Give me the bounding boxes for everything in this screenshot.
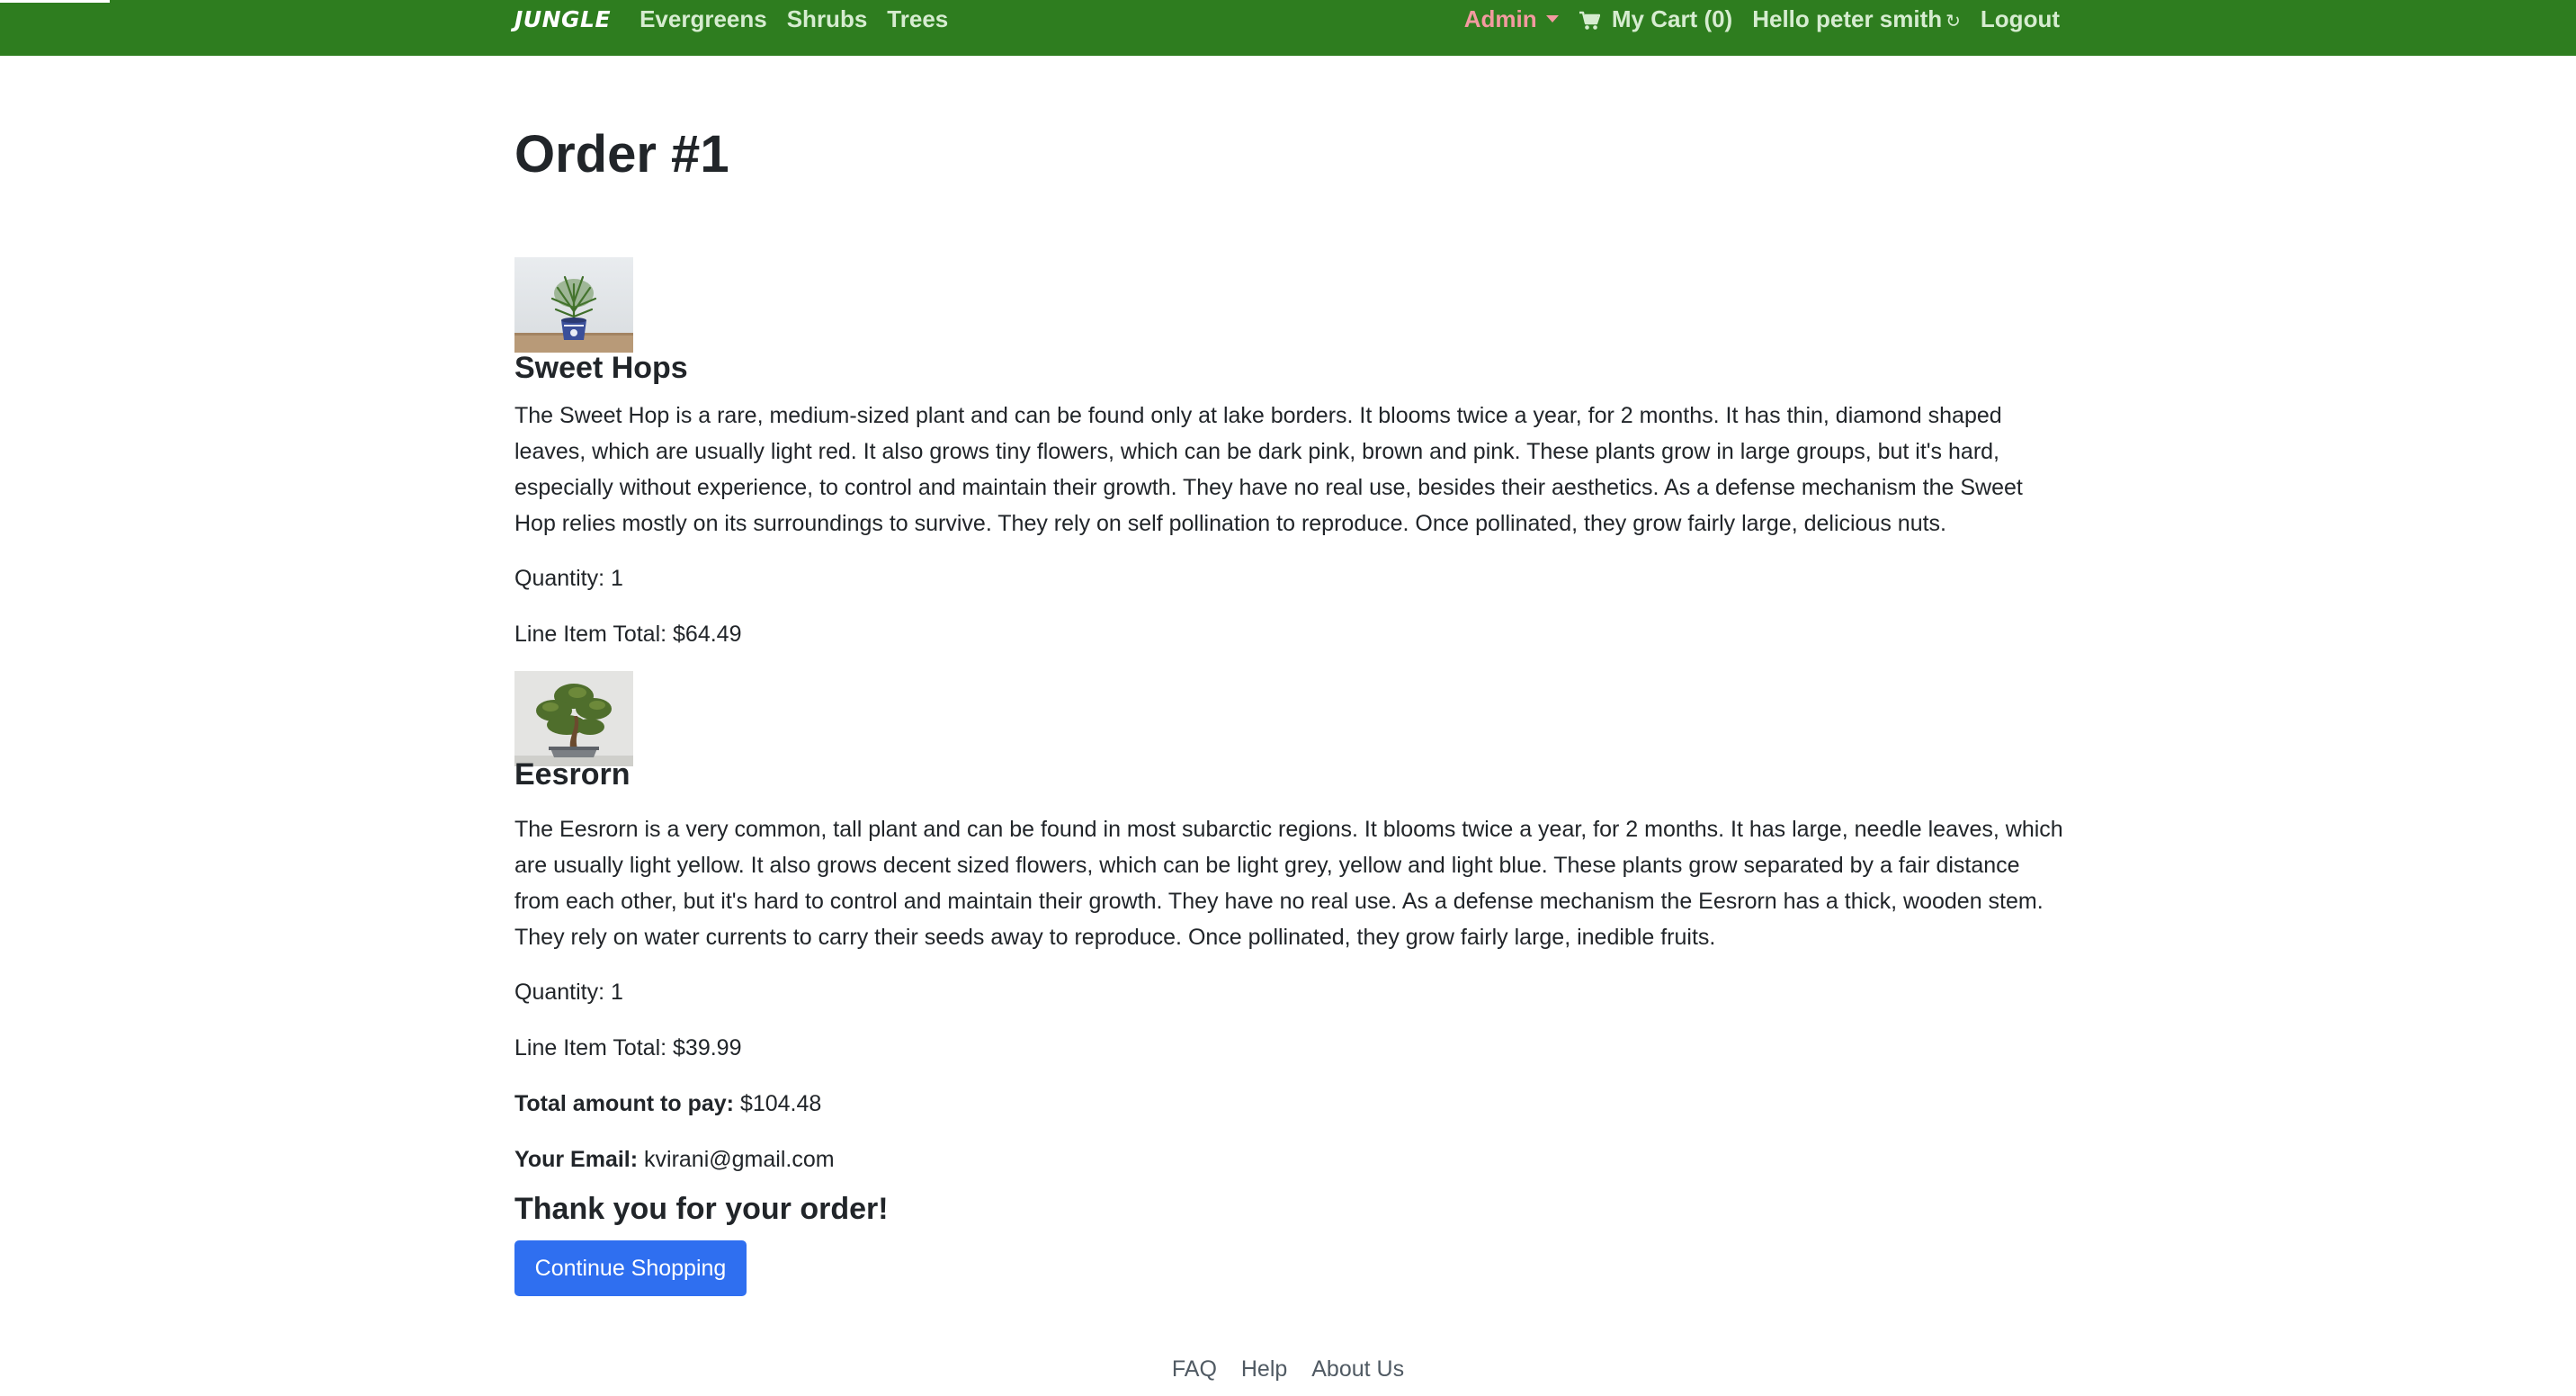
thank-you-message: Thank you for your order!	[514, 1192, 889, 1226]
brand-logo[interactable]: JUNGLE	[514, 6, 611, 32]
navbar-inner: JUNGLE Evergreens Shrubs Trees Admin My …	[514, 0, 2060, 38]
navbar-right: Admin My Cart (0) Hello peter smith ↻ Log…	[1445, 5, 2060, 33]
cart-link[interactable]: My Cart (0)	[1579, 4, 1733, 33]
user-greeting-link[interactable]: Hello peter smith ↻	[1752, 5, 1961, 33]
order-total: Total amount to pay: $104.48	[514, 1090, 821, 1117]
product-image-eesrorn	[514, 671, 633, 766]
item-line-total-eesrorn: Line Item Total: $39.99	[514, 1035, 742, 1060]
item-name-eesrorn: Eesrorn	[514, 757, 631, 792]
admin-dropdown[interactable]: Admin	[1464, 5, 1559, 33]
continue-shopping-button[interactable]: Continue Shopping	[514, 1240, 747, 1296]
footer: FAQ Help About Us	[0, 1356, 2576, 1383]
item-line-total-sweet-hops: Line Item Total: $64.49	[514, 622, 742, 647]
footer-link-about-us[interactable]: About Us	[1311, 1356, 1404, 1382]
bonsai-tree-icon	[514, 671, 633, 766]
order-email-value: kvirani@gmail.com	[644, 1147, 835, 1172]
cart-label: My Cart (0)	[1611, 4, 1733, 32]
logout-link[interactable]: Logout	[1981, 5, 2060, 33]
nav-link-trees[interactable]: Trees	[887, 5, 948, 33]
nav-link-shrubs[interactable]: Shrubs	[787, 5, 868, 33]
item-description-eesrorn: The Eesrorn is a very common, tall plant…	[514, 817, 2063, 950]
order-total-label: Total amount to pay:	[514, 1091, 734, 1116]
greeting-label: Hello peter smith	[1752, 4, 1943, 32]
potted-plant-icon	[514, 257, 633, 353]
item-name-sweet-hops: Sweet Hops	[514, 351, 688, 385]
page-loading-indicator	[0, 0, 110, 3]
admin-label: Admin	[1463, 4, 1537, 32]
footer-link-help[interactable]: Help	[1241, 1356, 1287, 1382]
nav-link-evergreens[interactable]: Evergreens	[640, 5, 767, 33]
refresh-icon: ↻	[1945, 11, 1961, 31]
shopping-cart-icon	[1579, 5, 1612, 32]
item-quantity-sweet-hops: Quantity: 1	[514, 566, 623, 591]
item-description-sweet-hops: The Sweet Hop is a rare, medium-sized pl…	[514, 403, 2023, 536]
top-navbar: JUNGLE Evergreens Shrubs Trees Admin My …	[0, 0, 2576, 56]
footer-link-faq[interactable]: FAQ	[1172, 1356, 1217, 1382]
item-quantity-eesrorn: Quantity: 1	[514, 980, 623, 1005]
order-total-value: $104.48	[739, 1091, 822, 1116]
product-image-sweet-hops	[514, 257, 633, 353]
page-title: Order #1	[514, 125, 729, 183]
order-email-label: Your Email:	[514, 1147, 639, 1172]
chevron-down-icon	[1545, 15, 1559, 22]
order-email: Your Email: kvirani@gmail.com	[514, 1146, 835, 1173]
